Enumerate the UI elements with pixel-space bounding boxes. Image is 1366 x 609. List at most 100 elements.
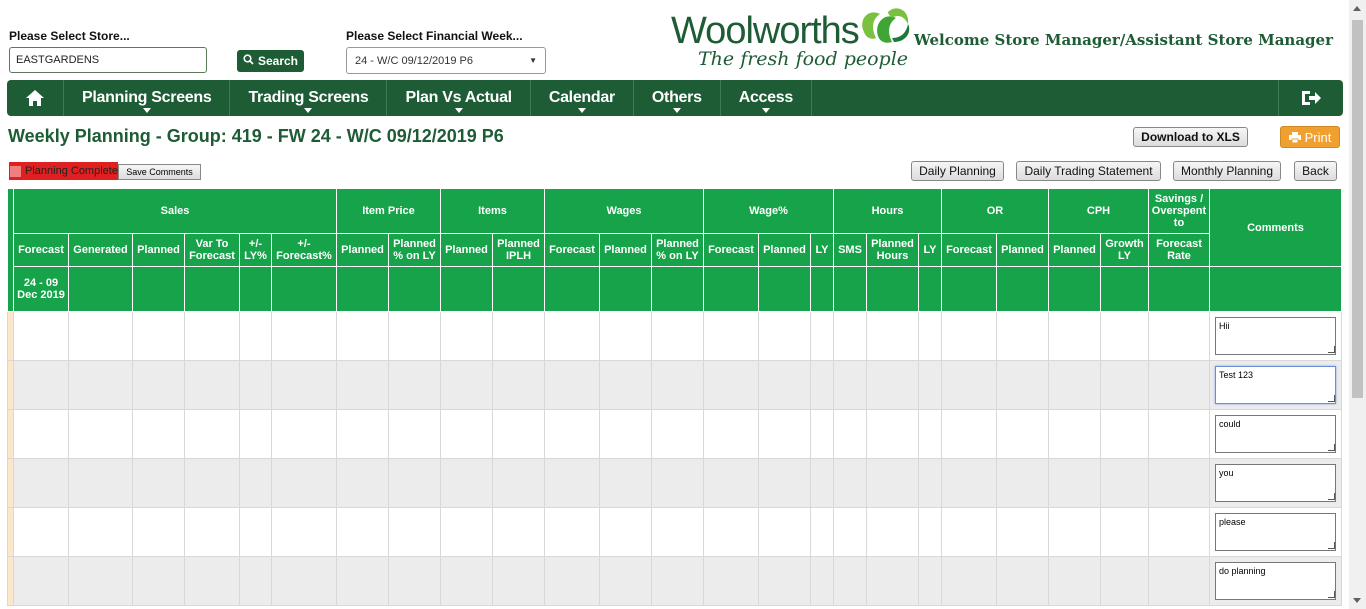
group-header-sales: Sales bbox=[13, 188, 337, 234]
nav-label: Access bbox=[738, 89, 794, 106]
table-cell bbox=[651, 360, 704, 410]
resize-handle-icon[interactable] bbox=[1328, 493, 1335, 500]
table-cell bbox=[184, 409, 240, 459]
table-cell bbox=[440, 360, 493, 410]
table-cell bbox=[866, 458, 919, 508]
table-cell bbox=[1148, 409, 1210, 459]
resize-handle-icon[interactable] bbox=[1328, 542, 1335, 549]
table-cell bbox=[336, 507, 389, 557]
table-cell bbox=[1048, 507, 1101, 557]
table-cell bbox=[1100, 360, 1149, 410]
week-select[interactable]: 24 - W/C 09/12/2019 P6 ▼ bbox=[346, 47, 546, 74]
table-cell bbox=[1148, 311, 1210, 361]
store-label: Please Select Store... bbox=[9, 29, 130, 43]
comment-textarea[interactable]: Hii bbox=[1215, 317, 1336, 355]
resize-handle-icon[interactable] bbox=[1328, 346, 1335, 353]
table-cell bbox=[1048, 360, 1101, 410]
search-button[interactable]: Search bbox=[237, 50, 304, 72]
resize-handle-icon[interactable] bbox=[1328, 591, 1335, 598]
table-cell bbox=[1148, 556, 1210, 606]
table-cell bbox=[544, 507, 600, 557]
table-cell bbox=[271, 360, 337, 410]
col-header: Planned bbox=[758, 233, 811, 267]
table-cell bbox=[599, 311, 652, 361]
nav-others[interactable]: Others bbox=[634, 80, 721, 116]
table-cell bbox=[271, 409, 337, 459]
save-comments-button[interactable]: Save Comments bbox=[118, 164, 201, 180]
table-cell bbox=[544, 311, 600, 361]
table-cell bbox=[336, 409, 389, 459]
table-cell bbox=[492, 311, 545, 361]
caret-down-icon bbox=[761, 108, 770, 113]
logo-tagline: The fresh food people bbox=[698, 48, 909, 70]
table-cell bbox=[13, 311, 69, 361]
col-header: Generated bbox=[68, 233, 133, 267]
monthly-planning-button[interactable]: Monthly Planning bbox=[1173, 161, 1281, 181]
table-cell bbox=[13, 409, 69, 459]
table-cell bbox=[239, 458, 272, 508]
back-button[interactable]: Back bbox=[1294, 161, 1337, 181]
daily-planning-button[interactable]: Daily Planning bbox=[911, 161, 1004, 181]
table-cell bbox=[866, 360, 919, 410]
col-header: Planned % on LY bbox=[388, 233, 441, 267]
home-button[interactable] bbox=[7, 80, 64, 116]
print-button[interactable]: Print bbox=[1280, 126, 1340, 148]
col-header: Forecast Rate bbox=[1148, 233, 1210, 267]
table-cell bbox=[1048, 556, 1101, 606]
table-cell bbox=[996, 458, 1049, 508]
table-cell bbox=[239, 507, 272, 557]
col-header: Planned bbox=[1048, 233, 1101, 267]
table-cell bbox=[271, 507, 337, 557]
vertical-scrollbar[interactable] bbox=[1349, 0, 1366, 609]
comment-textarea[interactable]: do planning bbox=[1215, 562, 1336, 600]
table-cell bbox=[703, 507, 759, 557]
table-cell bbox=[388, 458, 441, 508]
table-cell bbox=[184, 311, 240, 361]
comment-textarea[interactable]: could bbox=[1215, 415, 1336, 453]
daily-trading-statement-button[interactable]: Daily Trading Statement bbox=[1016, 161, 1161, 181]
resize-handle-icon[interactable] bbox=[1328, 395, 1335, 402]
table-cell bbox=[1048, 458, 1101, 508]
table-cell bbox=[599, 507, 652, 557]
table-cell bbox=[866, 507, 919, 557]
table-row: Test 123 bbox=[7, 360, 1342, 410]
table-cell bbox=[13, 458, 69, 508]
planning-complete-checkbox[interactable] bbox=[10, 165, 21, 177]
download-xls-button[interactable]: Download to XLS bbox=[1133, 127, 1248, 147]
scroll-up-icon[interactable] bbox=[1353, 6, 1361, 11]
page-title: Weekly Planning - Group: 419 - FW 24 - W… bbox=[8, 126, 504, 146]
table-cell bbox=[833, 311, 867, 361]
table-cell bbox=[184, 507, 240, 557]
table-cell bbox=[1048, 311, 1101, 361]
nav-planning-screens[interactable]: Planning Screens bbox=[64, 80, 231, 116]
nav-access[interactable]: Access bbox=[721, 80, 812, 116]
table-cell bbox=[492, 458, 545, 508]
planning-complete-toggle[interactable]: Planning Complete bbox=[9, 162, 118, 180]
store-input[interactable] bbox=[9, 47, 207, 73]
group-header-wages: Wages bbox=[544, 188, 704, 234]
logout-button[interactable] bbox=[1278, 80, 1343, 116]
nav-calendar[interactable]: Calendar bbox=[531, 80, 634, 116]
table-cell bbox=[651, 409, 704, 459]
table-cell bbox=[758, 507, 811, 557]
scroll-thumb[interactable] bbox=[1352, 20, 1363, 398]
scroll-down-icon[interactable] bbox=[1353, 598, 1361, 603]
nav-trading-screens[interactable]: Trading Screens bbox=[230, 80, 388, 116]
comment-textarea[interactable]: please bbox=[1215, 513, 1336, 551]
table-cell bbox=[271, 311, 337, 361]
table-cell bbox=[68, 556, 133, 606]
comment-textarea[interactable]: Test 123 bbox=[1215, 366, 1336, 404]
table-cell bbox=[810, 507, 834, 557]
resize-handle-icon[interactable] bbox=[1328, 444, 1335, 451]
col-header: Planned bbox=[132, 233, 185, 267]
col-header: Planned % on LY bbox=[651, 233, 704, 267]
comment-cell: Test 123 bbox=[1209, 360, 1342, 410]
nav-plan-vs-actual[interactable]: Plan Vs Actual bbox=[387, 80, 531, 116]
welcome-text: Welcome Store Manager/Assistant Store Ma… bbox=[913, 31, 1333, 49]
table-cell bbox=[996, 311, 1049, 361]
table-cell bbox=[866, 556, 919, 606]
table-cell bbox=[941, 458, 997, 508]
comment-textarea[interactable]: you bbox=[1215, 464, 1336, 502]
week-cell: 24 - 09 Dec 2019 bbox=[13, 266, 69, 312]
